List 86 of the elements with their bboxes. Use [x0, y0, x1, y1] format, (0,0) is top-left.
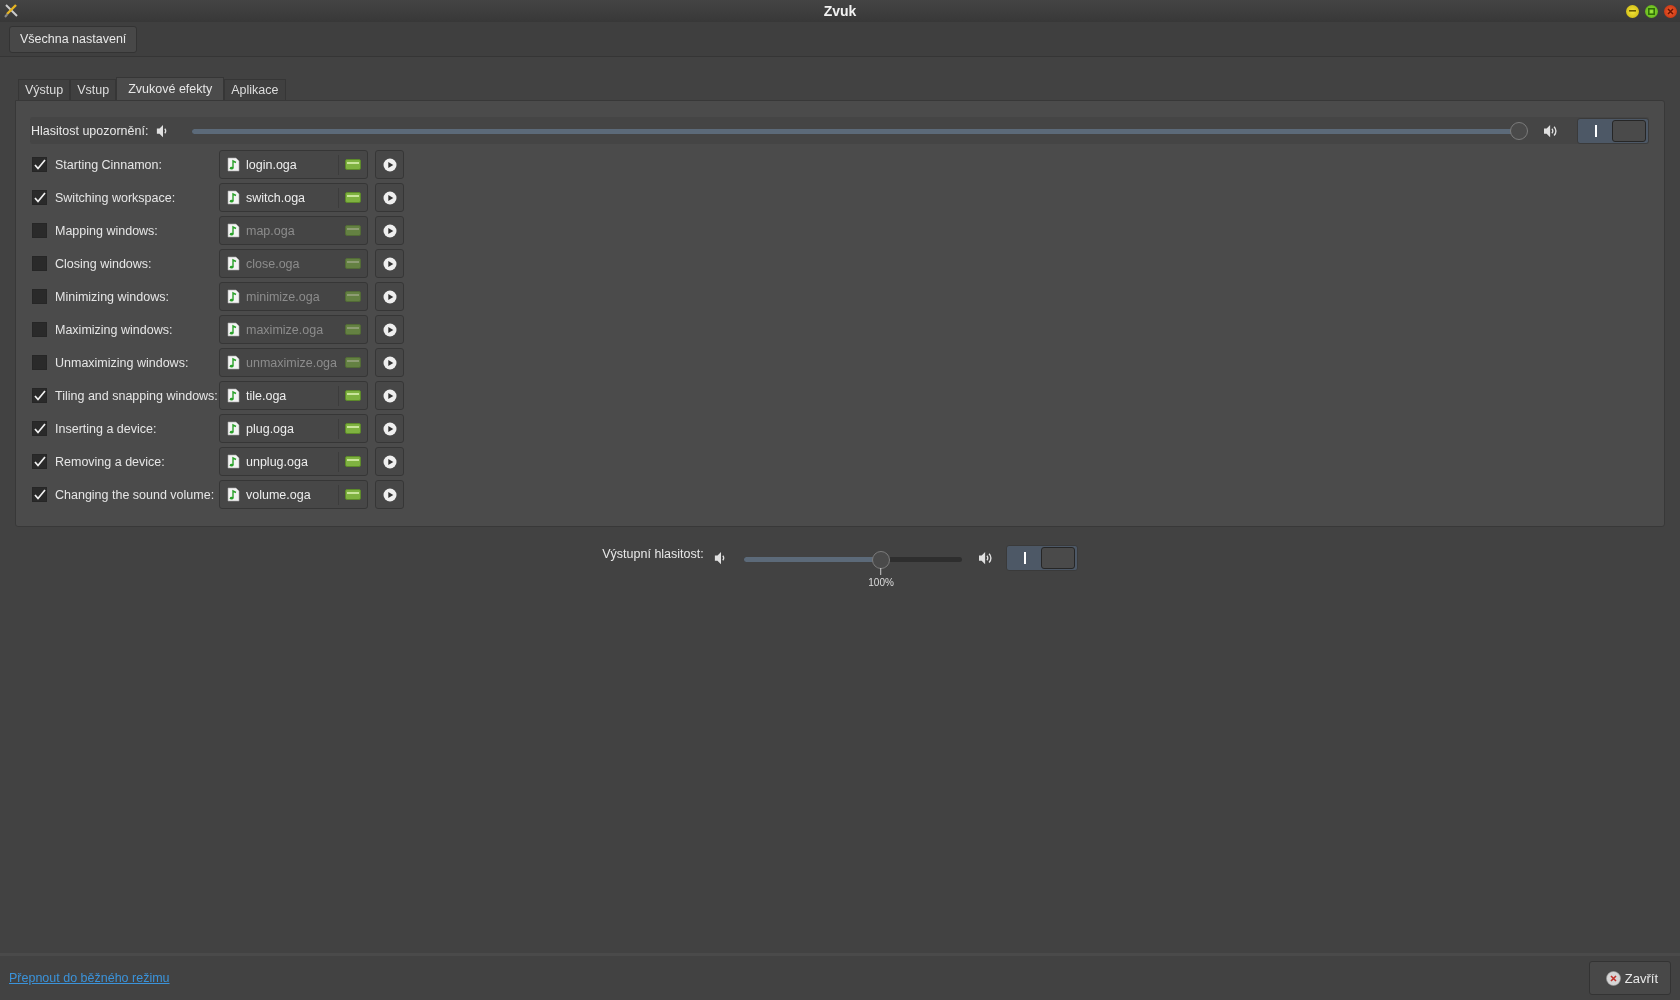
minimize-button[interactable] — [1626, 4, 1639, 18]
checkbox[interactable] — [32, 289, 47, 304]
file-chooser[interactable]: tile.oga — [219, 381, 368, 410]
music-file-icon — [227, 388, 240, 403]
music-file-icon — [227, 322, 240, 337]
effect-label: Mapping windows: — [55, 223, 159, 238]
file-chooser[interactable]: switch.oga — [219, 183, 368, 212]
checkbox[interactable] — [32, 355, 47, 370]
play-icon — [382, 421, 397, 436]
music-file-icon — [227, 256, 240, 271]
effect-label: Unmaximizing windows: — [55, 355, 190, 370]
play-icon — [382, 289, 397, 304]
play-button[interactable] — [375, 282, 404, 311]
play-button[interactable] — [375, 414, 404, 443]
play-icon — [382, 223, 397, 238]
play-button[interactable] — [375, 381, 404, 410]
close-dialog-button[interactable]: Zavřít — [1588, 961, 1671, 995]
music-file-icon — [227, 223, 240, 238]
toggle-switch[interactable] — [1005, 545, 1078, 571]
speaker-high-icon — [1543, 123, 1559, 138]
effect-label: Removing a device: — [55, 454, 166, 469]
play-icon — [382, 487, 397, 502]
play-button[interactable] — [375, 216, 404, 245]
file-chooser[interactable]: login.oga — [219, 150, 368, 179]
music-file-icon — [227, 487, 240, 502]
checkbox[interactable] — [32, 322, 47, 337]
play-icon — [382, 190, 397, 205]
play-button[interactable] — [375, 150, 404, 179]
tab[interactable]: Aplikace — [224, 79, 286, 100]
effect-label: Minimizing windows: — [55, 289, 170, 304]
play-button[interactable] — [375, 480, 404, 509]
effect-label: Starting Cinnamon: — [55, 157, 163, 172]
music-file-icon — [227, 355, 240, 370]
play-button[interactable] — [375, 183, 404, 212]
file-chooser[interactable]: volume.oga — [219, 480, 368, 509]
window-title: Zvuk — [823, 3, 857, 19]
output-volume-label: Výstupní hlasitost: — [602, 547, 704, 561]
play-icon — [382, 256, 397, 271]
music-file-icon — [227, 421, 240, 436]
play-button[interactable] — [375, 447, 404, 476]
play-button[interactable] — [375, 249, 404, 278]
music-file-icon — [227, 157, 240, 172]
tab[interactable]: Vstup — [70, 79, 117, 100]
play-icon — [382, 454, 397, 469]
minimize-icon — [1629, 10, 1636, 12]
effect-label: Tiling and snapping windows: — [55, 388, 219, 403]
toggle-switch[interactable] — [1577, 117, 1649, 144]
checkbox[interactable] — [32, 223, 47, 238]
maximize-button[interactable] — [1645, 4, 1658, 18]
effect-label: Changing the sound volume: — [55, 487, 216, 502]
close-icon — [1667, 7, 1674, 15]
file-chooser[interactable]: unplug.oga — [219, 447, 368, 476]
tools-icon — [4, 4, 18, 18]
checkbox[interactable] — [32, 388, 47, 403]
close-icon — [1605, 970, 1621, 986]
file-chooser[interactable]: plug.oga — [219, 414, 368, 443]
play-icon — [382, 322, 397, 337]
checkbox[interactable] — [32, 157, 47, 172]
checkbox[interactable] — [32, 487, 47, 502]
slider-handle[interactable] — [872, 550, 891, 569]
play-icon — [382, 388, 397, 403]
effect-label: Closing windows: — [55, 256, 153, 271]
checkbox[interactable] — [32, 190, 47, 205]
effect-label: Maximizing windows: — [55, 322, 174, 337]
music-file-icon — [227, 190, 240, 205]
close-button[interactable] — [1664, 4, 1677, 18]
effect-label: Switching workspace: — [55, 190, 177, 205]
music-file-icon — [227, 454, 240, 469]
slider-mark-label: 100% — [868, 577, 894, 588]
play-icon — [382, 355, 397, 370]
notification-volume-label: Hlasitost upozornění: — [31, 123, 149, 138]
checkbox[interactable] — [32, 256, 47, 271]
volume-slider[interactable]: 100% — [733, 549, 972, 591]
play-icon — [382, 157, 397, 172]
checkbox[interactable] — [32, 421, 47, 436]
tab[interactable]: Zvukové efekty — [116, 77, 225, 100]
maximize-icon — [1648, 7, 1655, 15]
slider-handle[interactable] — [1510, 122, 1528, 140]
play-button[interactable] — [375, 315, 404, 344]
tab[interactable]: Výstup — [18, 79, 71, 100]
checkbox[interactable] — [32, 454, 47, 469]
all-settings-button[interactable]: Všechna nastavení — [9, 25, 138, 53]
play-button[interactable] — [375, 348, 404, 377]
music-file-icon — [227, 289, 240, 304]
effect-label: Inserting a device: — [55, 421, 158, 436]
speaker-high-icon — [977, 551, 994, 565]
